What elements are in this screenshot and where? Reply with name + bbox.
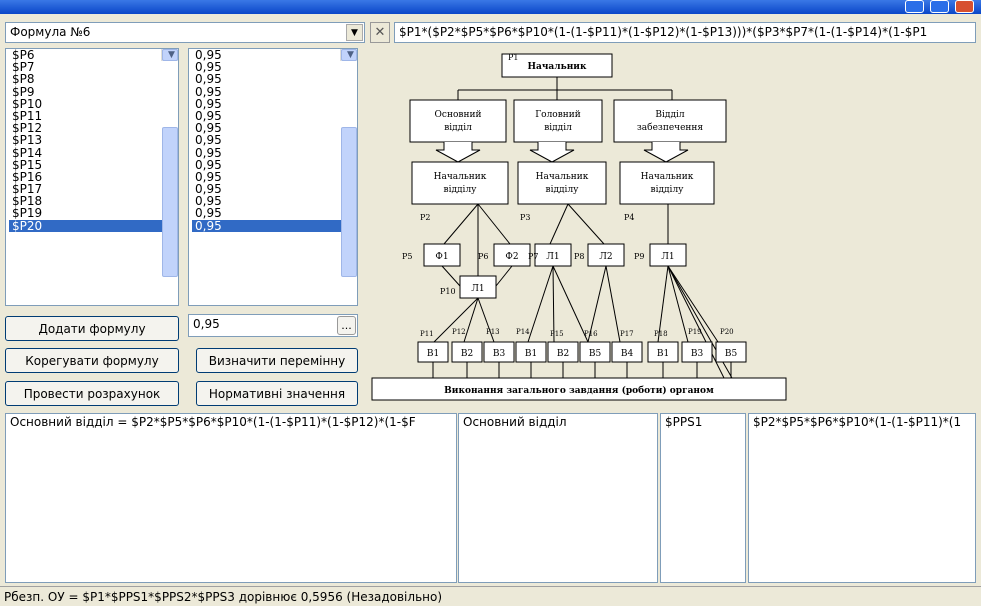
clear-formula-button[interactable]: ✕ — [370, 22, 390, 43]
dept3-line1: Відділ — [655, 110, 684, 120]
label-p20: P20 — [720, 328, 734, 336]
dept2-line2: відділ — [544, 123, 572, 133]
scroll-down-icon[interactable]: ▼ — [341, 49, 357, 62]
box-b2: B2 — [557, 349, 569, 359]
normative-values-button[interactable]: Нормативні значення — [196, 381, 358, 406]
value-input[interactable]: 0,95 ... — [188, 314, 358, 337]
formula-select-value: Формула №6 — [10, 25, 91, 39]
variable-list-item[interactable]: $P8 — [9, 73, 178, 85]
head1-line2: відділу — [444, 185, 478, 195]
box-l1-low: Л1 — [471, 284, 484, 294]
names-column[interactable]: Основний відділГоловний відділВідділ заб… — [458, 413, 658, 583]
value-list-item[interactable]: 0,95 — [192, 85, 357, 97]
value-list-item[interactable]: 0,95 — [192, 73, 357, 85]
box-b1: B1 — [657, 349, 669, 359]
chevron-down-icon[interactable]: ▼ — [346, 24, 363, 41]
variable-list-item[interactable]: $P9 — [9, 85, 178, 97]
formula-select[interactable]: Формула №6 ▼ — [5, 22, 365, 43]
box-b4: B4 — [621, 349, 634, 359]
results-list[interactable]: Основний відділ = $P2*$P5*$P6*$P10*(1-(1… — [5, 413, 457, 583]
label-p16: P16 — [584, 330, 598, 338]
dept3-line2: забезпечення — [637, 122, 704, 133]
label-p2: P2 — [420, 213, 430, 222]
label-p17: P17 — [620, 330, 634, 338]
label-p4: P4 — [624, 213, 634, 222]
table-cell-code[interactable]: $PPS1 — [663, 416, 745, 428]
label-p5: P5 — [402, 252, 412, 261]
value-input-text: 0,95 — [193, 317, 220, 331]
head2-line1: Начальник — [536, 172, 589, 182]
label-p6: P6 — [478, 252, 488, 261]
table-cell-name[interactable]: Основний відділ — [461, 416, 657, 428]
label-p14: P14 — [516, 328, 530, 336]
box-f1: Ф1 — [435, 252, 448, 262]
label-p19: P19 — [688, 328, 702, 336]
close-icon: ✕ — [374, 25, 386, 40]
label-p9: P9 — [634, 252, 644, 261]
label-p11: P11 — [420, 330, 434, 338]
box-b1: B1 — [525, 349, 537, 359]
box-l2: Л2 — [599, 252, 612, 262]
box-b3: B3 — [691, 349, 704, 359]
variable-list-item[interactable]: $P20 — [9, 219, 178, 232]
box-b5: B5 — [725, 349, 738, 359]
variable-list-item[interactable]: $P14 — [9, 146, 178, 158]
value-list-item[interactable]: 0,95 — [192, 134, 357, 146]
codes-column[interactable]: $PPS1$PPS2$PPS3$PPPEnd — [660, 413, 746, 583]
value-list-item[interactable]: 0,95 — [192, 146, 357, 158]
scroll-down-icon[interactable]: ▼ — [162, 49, 178, 62]
browse-button[interactable]: ... — [337, 316, 356, 335]
values-list[interactable]: 0,95 0,95 0,95 0,95 0,95 0,95 0,95 0,95 0,95 0,95… — [188, 48, 358, 306]
values-scrollbar[interactable]: ▲ ▼ — [340, 49, 357, 277]
box-l1-right: Л1 — [661, 252, 674, 262]
label-p15: P15 — [550, 330, 564, 338]
label-p12: P12 — [452, 328, 466, 336]
label-p18: P18 — [654, 330, 668, 338]
box-l1-mid: Л1 — [546, 252, 559, 262]
title-bar — [0, 0, 981, 14]
dept1-line1: Основний — [435, 110, 482, 120]
value-list-item[interactable]: 0,95 — [192, 219, 357, 232]
calculate-button[interactable]: Провести розрахунок — [5, 381, 179, 406]
add-formula-button[interactable]: Додати формулу — [5, 316, 179, 341]
minimize-button[interactable] — [905, 0, 924, 13]
result-list-item[interactable]: Основний відділ = $P2*$P5*$P6*$P10*(1-(1… — [8, 416, 456, 428]
structure-diagram: P1 Начальник Основний відділ Головний ві… — [368, 48, 976, 405]
close-window-button[interactable] — [955, 0, 974, 13]
define-variable-button[interactable]: Визначити перемінну — [196, 348, 358, 373]
variables-scrollbar[interactable]: ▲ ▼ — [161, 49, 178, 277]
head3-line2: відділу — [651, 185, 685, 195]
box-b3: B3 — [493, 349, 506, 359]
variables-list[interactable]: $P6 $P7 $P8 $P9 $P10 $P11 $P12 $P13 $P14 $P15 $P16… — [5, 48, 179, 306]
label-p10: P10 — [440, 287, 456, 296]
box-b5: B5 — [589, 349, 602, 359]
variable-list-item[interactable]: $P13 — [9, 134, 178, 146]
scroll-thumb[interactable] — [341, 127, 357, 277]
box-b1: B1 — [427, 349, 439, 359]
bottom-box: Виконання загального завдання (роботи) о… — [444, 385, 714, 396]
box-b2: B2 — [461, 349, 473, 359]
dept2-line1: Головний — [535, 110, 581, 120]
label-p7: P7 — [528, 252, 538, 261]
formulas-column[interactable]: $P2*$P5*$P6*$P10*(1-(1-$P11)*(1$P3*$P7*(… — [748, 413, 976, 583]
head1-line1: Начальник — [434, 172, 487, 182]
edit-formula-button[interactable]: Корегувати формулу — [5, 348, 179, 373]
status-bar: Рбезп. ОУ = $P1*$PPS1*$PPS2*$PPS3 дорівн… — [0, 586, 981, 606]
label-p13: P13 — [486, 328, 500, 336]
org-structure-svg: P1 Начальник Основний відділ Головний ві… — [371, 53, 787, 401]
formula-text-field[interactable]: $P1*($P2*$P5*$P6*$P10*(1-(1-$P11)*(1-$P1… — [394, 22, 976, 43]
label-p1: P1 — [508, 53, 518, 62]
scroll-thumb[interactable] — [162, 127, 178, 277]
chief-box: Начальник — [528, 62, 587, 72]
dept1-line2: відділ — [444, 123, 472, 133]
maximize-button[interactable] — [930, 0, 949, 13]
head2-line2: відділу — [546, 185, 580, 195]
label-p8: P8 — [574, 252, 584, 261]
box-f2: Ф2 — [505, 252, 518, 262]
table-cell-formula[interactable]: $P2*$P5*$P6*$P10*(1-(1-$P11)*(1 — [751, 416, 975, 428]
label-p3: P3 — [520, 213, 530, 222]
value-list-item[interactable]: 0,95 — [192, 207, 357, 219]
variable-list-item[interactable]: $P19 — [9, 207, 178, 219]
head3-line1: Начальник — [641, 172, 694, 182]
